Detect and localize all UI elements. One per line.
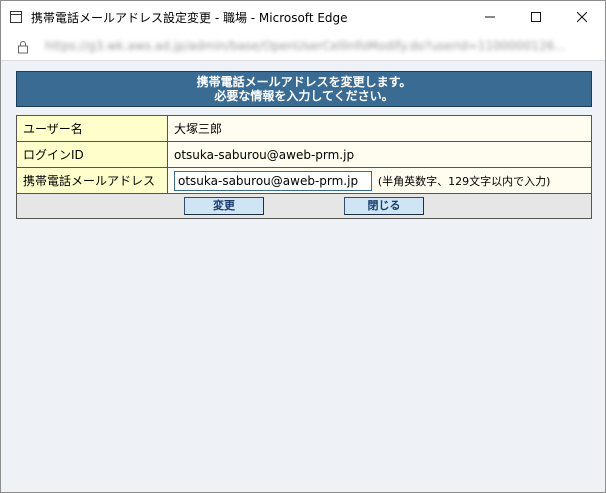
page-icon xyxy=(10,11,22,23)
header-line-1: 携帯電話メールアドレスを変更します。 xyxy=(196,75,412,89)
url-text[interactable]: https://g3.wk.aws.ad.jp/admin/base/OpenU… xyxy=(45,39,585,53)
login-id-value: otsuka-saburou@aweb-prm.jp xyxy=(167,141,592,168)
close-button[interactable]: 閉じる xyxy=(344,197,424,215)
title-bar: 携帯電話メールアドレス設定変更 - 職場 - Microsoft Edge xyxy=(1,1,605,33)
email-hint: (半角英数字、129文字以内で入力) xyxy=(377,174,551,188)
maximize-button[interactable] xyxy=(513,1,559,33)
mobile-email-label: 携帯電話メールアドレス xyxy=(16,167,168,194)
minimize-button[interactable] xyxy=(467,1,513,33)
page-content: 携帯電話メールアドレスを変更します。 必要な情報を入力してください。 ユーザー名… xyxy=(16,71,592,219)
close-icon xyxy=(577,12,587,22)
mobile-email-input[interactable] xyxy=(174,170,372,191)
instruction-header: 携帯電話メールアドレスを変更します。 必要な情報を入力してください。 xyxy=(16,71,592,107)
maximize-icon xyxy=(531,12,541,22)
login-id-label: ログインID xyxy=(16,141,168,168)
header-line-2: 必要な情報を入力してください。 xyxy=(214,89,394,103)
button-bar: 変更 閉じる xyxy=(16,194,592,219)
minimize-icon xyxy=(485,16,495,18)
address-bar[interactable]: https://g3.wk.aws.ad.jp/admin/base/OpenU… xyxy=(1,33,605,61)
change-button[interactable]: 変更 xyxy=(184,197,264,215)
browser-window: 携帯電話メールアドレス設定変更 - 職場 - Microsoft Edge ht… xyxy=(0,0,606,493)
user-info-table: ユーザー名 大塚三郎 ログインID otsuka-saburou@aweb-pr… xyxy=(16,115,592,194)
mobile-email-cell: (半角英数字、129文字以内で入力) xyxy=(167,167,592,194)
window-title: 携帯電話メールアドレス設定変更 - 職場 - Microsoft Edge xyxy=(31,11,348,25)
table-row: 携帯電話メールアドレス (半角英数字、129文字以内で入力) xyxy=(16,167,592,194)
username-label: ユーザー名 xyxy=(16,115,168,142)
table-row: ユーザー名 大塚三郎 xyxy=(16,115,592,142)
close-window-button[interactable] xyxy=(559,1,605,33)
lock-icon xyxy=(18,41,28,54)
username-value: 大塚三郎 xyxy=(167,115,592,142)
table-row: ログインID otsuka-saburou@aweb-prm.jp xyxy=(16,141,592,168)
